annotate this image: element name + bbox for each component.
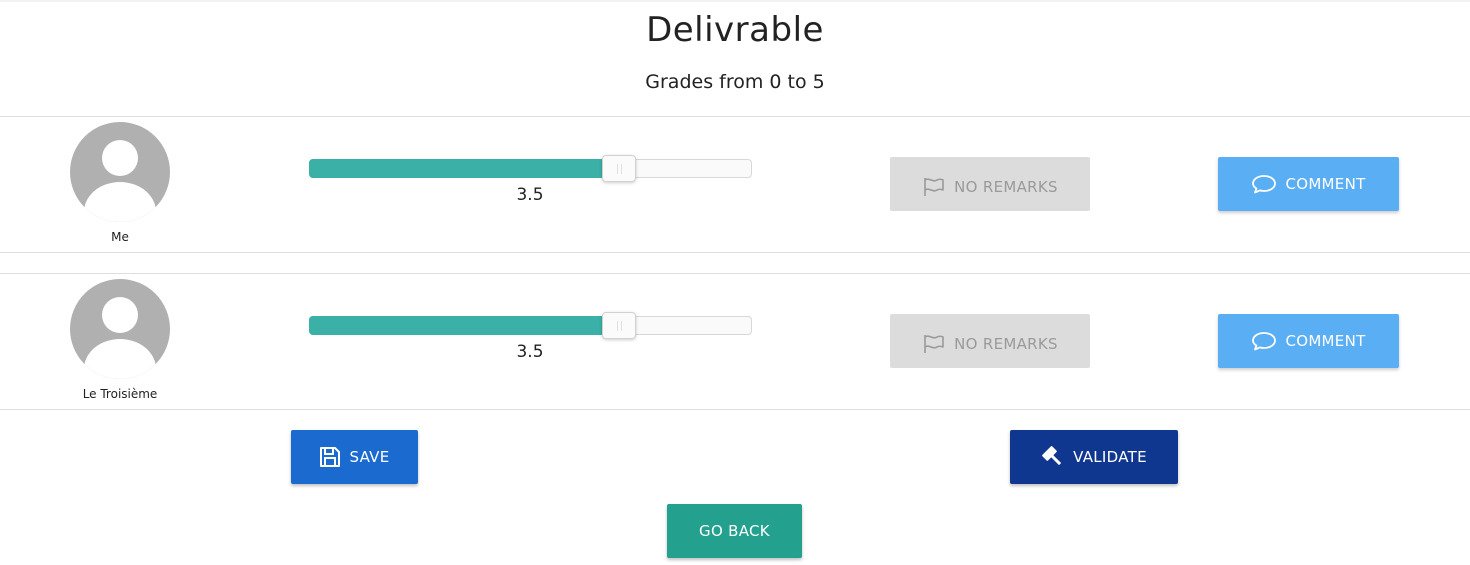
avatar (70, 122, 170, 222)
gavel-icon (1041, 445, 1065, 469)
save-button[interactable]: SAVE (291, 430, 418, 484)
no-remarks-button[interactable]: NO REMARKS (890, 314, 1090, 368)
comment-button[interactable]: COMMENT (1218, 314, 1399, 368)
comment-label: COMMENT (1285, 175, 1366, 193)
student-name: Me (111, 230, 129, 244)
grade-row: Le Troisième 3.5 NO REMARKS COMMENT (0, 273, 1470, 409)
validate-button[interactable]: VALIDATE (1010, 430, 1178, 484)
speech-bubble-icon (1251, 174, 1277, 194)
no-remarks-button[interactable]: NO REMARKS (890, 157, 1090, 211)
validate-label: VALIDATE (1073, 448, 1147, 466)
slider-handle[interactable] (602, 312, 636, 339)
divider (0, 409, 1470, 410)
flag-icon (922, 334, 946, 354)
student-name: Le Troisième (82, 387, 158, 401)
no-remarks-label: NO REMARKS (954, 335, 1058, 353)
go-back-label: GO BACK (699, 522, 770, 540)
grade-slider[interactable] (309, 155, 752, 182)
grade-slider[interactable] (309, 312, 752, 339)
slider-fill (309, 316, 619, 335)
avatar (70, 279, 170, 379)
slider-fill (309, 159, 619, 178)
top-divider (0, 0, 1470, 2)
comment-label: COMMENT (1285, 332, 1366, 350)
slider-handle[interactable] (602, 155, 636, 182)
grade-value: 3.5 (516, 185, 544, 205)
grade-value: 3.5 (516, 342, 544, 362)
floppy-disk-icon (319, 446, 341, 468)
flag-icon (922, 177, 946, 197)
comment-button[interactable]: COMMENT (1218, 157, 1399, 211)
page-subtitle: Grades from 0 to 5 (645, 71, 825, 93)
go-back-button[interactable]: GO BACK (667, 504, 802, 558)
no-remarks-label: NO REMARKS (954, 178, 1058, 196)
divider (0, 252, 1470, 253)
save-label: SAVE (349, 448, 390, 466)
speech-bubble-icon (1251, 331, 1277, 351)
page-title: Delivrable (646, 10, 824, 50)
grade-row: Me 3.5 NO REMARKS COMMENT (0, 116, 1470, 252)
